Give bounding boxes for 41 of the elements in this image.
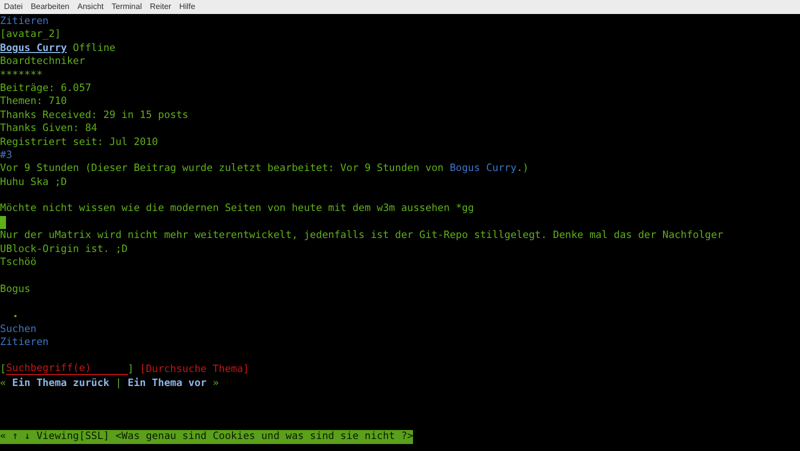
terminal-text: Tschöö — [0, 256, 36, 270]
terminal-text: Boardtechniker — [0, 55, 86, 69]
terminal-text: UBlock-Origin ist. ;D — [0, 242, 128, 256]
terminal-text: Bogus — [0, 282, 30, 296]
menu-item[interactable]: Bearbeiten — [30, 1, 70, 13]
menu-item[interactable]: Ansicht — [77, 1, 104, 13]
link[interactable]: Ein Thema zurück — [12, 376, 110, 390]
search-thread-button[interactable]: [Durchsuche Thema] — [140, 363, 250, 377]
link[interactable]: Ein Thema vor — [128, 376, 207, 390]
terminal-text: | — [114, 376, 123, 390]
menu-item[interactable]: Terminal — [112, 1, 142, 13]
menu-item[interactable]: Hilfe — [179, 1, 196, 13]
terminal-text: « — [0, 376, 8, 390]
bullet: • — [12, 310, 18, 323]
status-bar: « ↑ ↓ Viewing[SSL] <Was genau sind Cookies und was sind sie nicht ?> — [0, 430, 414, 444]
terminal-text: ] — [128, 363, 134, 377]
terminal-text: Huhu Ska ;D — [0, 176, 67, 190]
terminal-text: Thanks Received: 29 in 15 posts — [0, 108, 188, 122]
terminal-text: [ — [0, 363, 6, 377]
terminal-text: Thanks Given: 84 — [0, 122, 98, 136]
terminal-text: Beiträge: 6.057 — [0, 82, 92, 96]
link[interactable]: Bogus Curry — [0, 42, 67, 56]
link[interactable]: Zitieren — [0, 15, 49, 28]
terminal-text: Möchte nicht wissen wie die modernen Seiten von heute mit dem w3m aussehen *gg — [0, 202, 474, 216]
text-cursor — [0, 216, 6, 229]
menu-item[interactable]: Reiter — [150, 1, 172, 13]
link[interactable]: Suchen — [0, 322, 36, 336]
terminal-text: ******* — [0, 68, 43, 82]
terminal-text: Registriert seit: Jul 2010 — [0, 136, 158, 149]
terminal-text: Themen: 710 — [0, 95, 67, 109]
terminal-text: .) — [516, 162, 529, 176]
terminal-text: Offline — [72, 42, 116, 56]
menu-item[interactable]: Datei — [4, 1, 23, 13]
link[interactable]: #3 — [0, 148, 12, 162]
search-field[interactable]: Suchbegriff(e) — [6, 363, 128, 376]
terminal-text: » — [212, 376, 219, 390]
link[interactable]: Zitieren — [0, 336, 49, 350]
link[interactable]: Bogus Curry — [450, 162, 517, 176]
terminal-text: [avatar_2] — [0, 28, 61, 42]
terminal-text: Nur der uMatrix wird nicht mehr weiterentwickelt, jedenfalls ist der Git-Repo stillgelegt. Denke mal das der Nachfolger — [0, 229, 724, 243]
terminal-text: Vor 9 Stunden (Dieser Beitrag wurde zuletzt bearbeitet: Vor 9 Stunden von — [0, 162, 445, 176]
